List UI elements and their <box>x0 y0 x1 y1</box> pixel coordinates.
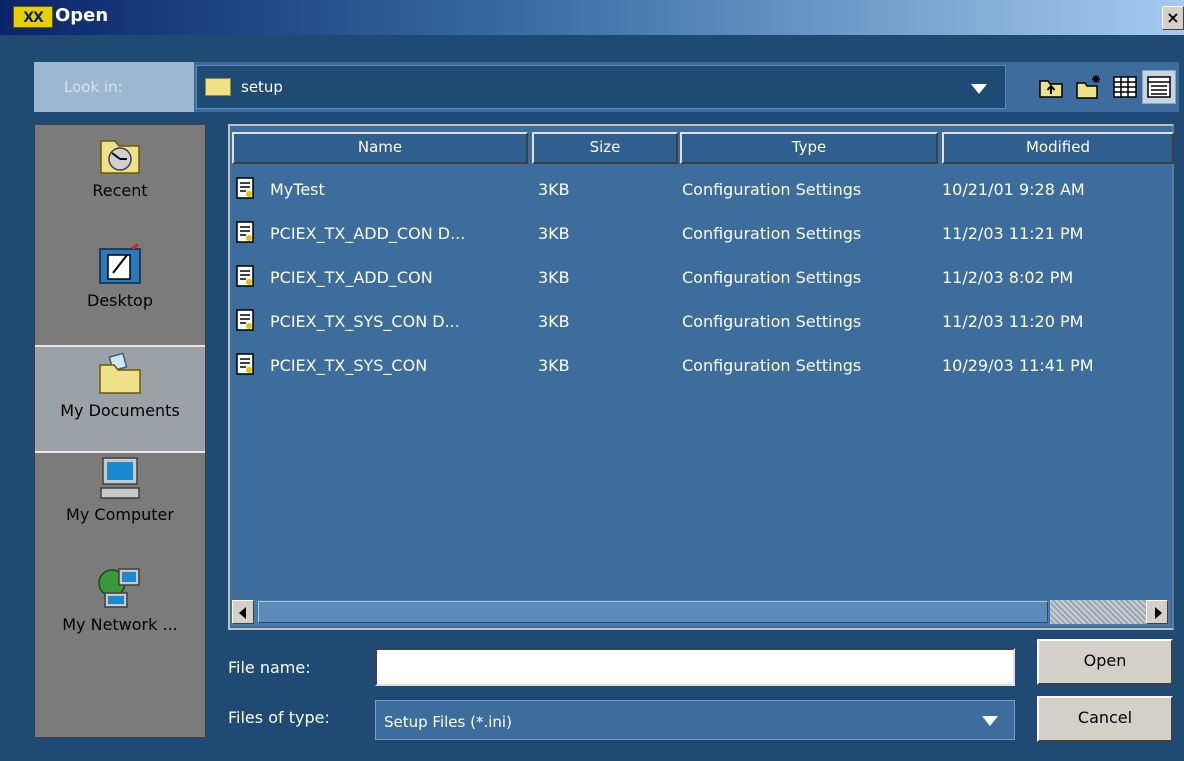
settings-file-icon <box>236 353 254 375</box>
place-label-recent: Recent <box>92 181 148 200</box>
file-list: Name Size Type Modified MyTest 3KB Confi… <box>228 124 1174 630</box>
scroll-right-button[interactable] <box>1146 600 1168 624</box>
file-size: 3KB <box>538 224 570 243</box>
file-type: Configuration Settings <box>682 224 862 243</box>
file-size: 3KB <box>538 180 570 199</box>
list-view-button[interactable] <box>1108 70 1142 104</box>
file-row[interactable]: PCIEX_TX_SYS_CON 3KB Configuration Setti… <box>230 344 1170 388</box>
file-name: PCIEX_TX_ADD_CON <box>270 268 433 287</box>
place-my-network[interactable]: My Network ... <box>35 565 205 675</box>
network-icon <box>98 568 140 608</box>
file-name: MyTest <box>270 180 325 199</box>
scroll-track[interactable] <box>1050 600 1146 624</box>
file-name: PCIEX_TX_ADD_CON D... <box>270 224 466 243</box>
file-row[interactable]: PCIEX_TX_ADD_CON 3KB Configuration Setti… <box>230 256 1170 300</box>
lookin-dropdown[interactable]: setup <box>196 65 1006 109</box>
file-modified: 11/2/03 11:21 PM <box>942 224 1084 243</box>
file-name: PCIEX_TX_SYS_CON D... <box>270 312 460 331</box>
place-label-my-computer: My Computer <box>66 505 174 524</box>
places-bar: Recent Desktop My Documents My Computer <box>34 124 206 738</box>
file-type: Configuration Settings <box>682 268 862 287</box>
file-type: Configuration Settings <box>682 312 862 331</box>
column-header-type[interactable]: Type <box>680 132 938 164</box>
file-size: 3KB <box>538 312 570 331</box>
column-header-name[interactable]: Name <box>232 132 528 164</box>
lookin-label: Look in: <box>34 62 194 112</box>
list-view-icon <box>1113 76 1137 98</box>
place-label-my-documents: My Documents <box>60 401 180 420</box>
place-label-desktop: Desktop <box>87 291 153 310</box>
close-button[interactable]: × <box>1162 6 1184 30</box>
file-name-label: File name: <box>228 658 311 677</box>
file-row[interactable]: MyTest 3KB Configuration Settings 10/21/… <box>230 168 1170 212</box>
settings-file-icon <box>236 309 254 331</box>
file-type-dropdown[interactable]: Setup Files (*.ini) <box>375 700 1015 740</box>
file-name-input[interactable] <box>375 648 1015 686</box>
lookin-value: setup <box>241 78 283 96</box>
new-folder-button[interactable] <box>1072 70 1106 104</box>
cancel-button[interactable]: Cancel <box>1037 696 1173 742</box>
horizontal-scrollbar[interactable] <box>232 600 1170 626</box>
computer-icon <box>100 457 140 499</box>
recent-icon <box>100 140 140 174</box>
file-modified: 11/2/03 11:20 PM <box>942 312 1084 331</box>
folder-icon <box>205 78 231 96</box>
settings-file-icon <box>236 221 254 243</box>
open-button[interactable]: Open <box>1037 639 1173 685</box>
file-modified: 11/2/03 8:02 PM <box>942 268 1074 287</box>
file-row[interactable]: PCIEX_TX_SYS_CON D... 3KB Configuration … <box>230 300 1170 344</box>
documents-icon <box>99 352 141 394</box>
details-view-button[interactable] <box>1142 70 1176 104</box>
desktop-icon <box>99 243 141 284</box>
title-bar: XX Open × <box>0 0 1184 35</box>
file-size: 3KB <box>538 268 570 287</box>
up-folder-icon <box>1039 80 1063 98</box>
file-size: 3KB <box>538 356 570 375</box>
file-modified: 10/29/03 11:41 PM <box>942 356 1094 375</box>
place-my-documents[interactable]: My Documents <box>35 345 205 453</box>
file-modified: 10/21/01 9:28 AM <box>942 180 1085 199</box>
place-my-computer[interactable]: My Computer <box>35 455 205 565</box>
window-title: Open <box>55 5 109 26</box>
file-type: Configuration Settings <box>682 180 862 199</box>
column-header-size[interactable]: Size <box>532 132 678 164</box>
place-desktop[interactable]: Desktop <box>35 241 205 345</box>
settings-file-icon <box>236 265 254 287</box>
up-folder-button[interactable] <box>1034 70 1068 104</box>
column-header-modified[interactable]: Modified <box>942 132 1174 164</box>
file-type-value: Setup Files (*.ini) <box>384 713 512 731</box>
app-logo: XX <box>13 6 53 28</box>
file-type: Configuration Settings <box>682 356 862 375</box>
scroll-left-button[interactable] <box>232 600 254 624</box>
file-row[interactable]: PCIEX_TX_ADD_CON D... 3KB Configuration … <box>230 212 1170 256</box>
file-type-label: Files of type: <box>228 708 330 727</box>
lookin-bar: Look in: setup <box>34 62 1179 112</box>
settings-file-icon <box>236 177 254 199</box>
chevron-down-icon <box>982 716 998 726</box>
file-name: PCIEX_TX_SYS_CON <box>270 356 428 375</box>
chevron-down-icon <box>971 84 987 94</box>
new-folder-icon <box>1076 75 1100 99</box>
scroll-thumb[interactable] <box>258 601 1048 623</box>
place-label-my-network: My Network ... <box>62 615 178 634</box>
details-view-icon <box>1147 76 1171 98</box>
place-recent[interactable]: Recent <box>35 131 205 239</box>
